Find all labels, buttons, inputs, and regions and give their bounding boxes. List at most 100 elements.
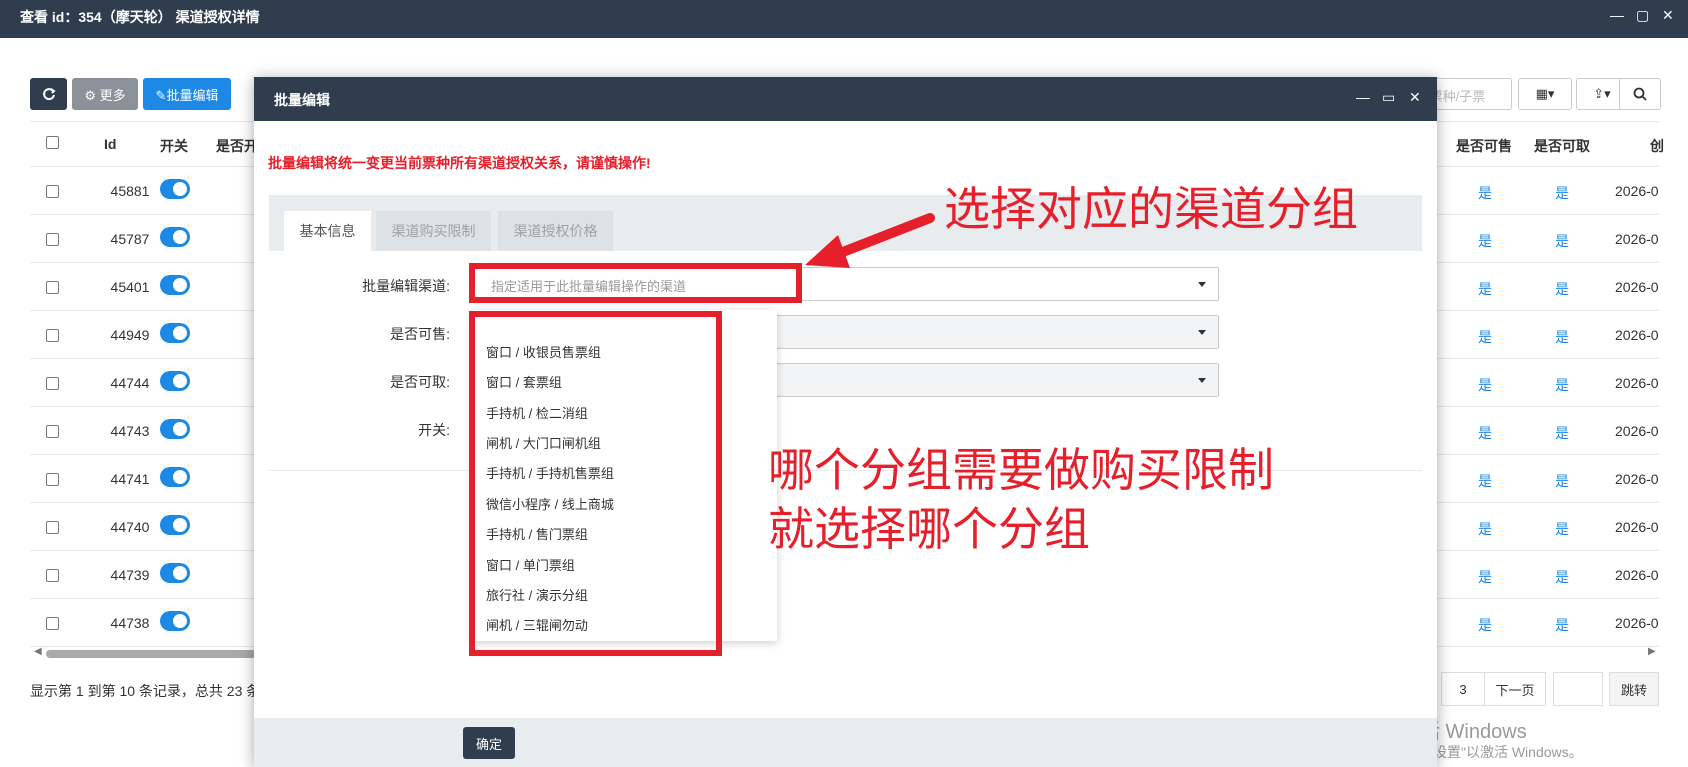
page-3-button[interactable]: 3 — [1441, 672, 1485, 706]
page-jump-input[interactable] — [1553, 672, 1603, 706]
row-switch-toggle[interactable] — [160, 179, 190, 199]
row-checkbox[interactable] — [46, 329, 59, 342]
select-all-checkbox[interactable] — [46, 136, 59, 149]
batch-edit-button[interactable]: ✎批量编辑 — [143, 78, 231, 110]
chevron-down-icon — [1198, 330, 1206, 335]
row-checkbox[interactable] — [46, 233, 59, 246]
row-date: 2026-0 — [1615, 327, 1659, 343]
row-can-take-link[interactable]: 是 — [1555, 231, 1569, 251]
row-can-sell-link[interactable]: 是 — [1478, 183, 1492, 203]
window-title: 查看 id：354（摩天轮） 渠道授权详情 — [20, 9, 260, 25]
row-id: 44739 — [110, 567, 150, 583]
row-can-take-link[interactable]: 是 — [1555, 519, 1569, 539]
annotation-highlight-channel-select — [469, 263, 802, 303]
row-switch-toggle[interactable] — [160, 467, 190, 487]
row-can-take-link[interactable]: 是 — [1555, 423, 1569, 443]
row-checkbox[interactable] — [46, 377, 59, 390]
refresh-icon — [42, 88, 56, 101]
row-can-sell-link[interactable]: 是 — [1478, 471, 1492, 491]
confirm-button[interactable]: 确定 — [463, 727, 515, 759]
chevron-down-icon — [1198, 378, 1206, 383]
row-can-take-link[interactable]: 是 — [1555, 615, 1569, 635]
row-can-sell-link[interactable]: 是 — [1478, 279, 1492, 299]
refresh-button[interactable] — [30, 78, 67, 110]
row-can-sell-link[interactable]: 是 — [1478, 231, 1492, 251]
more-button[interactable]: ⚙ 更多 — [72, 78, 138, 110]
column-create: 创 — [1650, 138, 1664, 154]
close-icon[interactable]: ✕ — [1662, 7, 1674, 24]
window-titlebar: 查看 id：354（摩天轮） 渠道授权详情 — ▢ ✕ — [0, 0, 1688, 38]
search-icon — [1633, 87, 1647, 101]
maximize-icon[interactable]: ▢ — [1636, 7, 1649, 24]
row-id: 44743 — [110, 423, 150, 439]
row-can-take-link[interactable]: 是 — [1555, 375, 1569, 395]
column-can-take: 是否可取 — [1534, 138, 1590, 154]
row-can-take-link[interactable]: 是 — [1555, 183, 1569, 203]
row-checkbox[interactable] — [46, 425, 59, 438]
chevron-down-icon — [1198, 282, 1206, 287]
next-page-button[interactable]: 下一页 — [1484, 672, 1546, 706]
row-can-sell-link[interactable]: 是 — [1478, 567, 1492, 587]
modal-title: 批量编辑 — [274, 92, 330, 108]
row-can-sell-link[interactable]: 是 — [1478, 519, 1492, 539]
modal-maximize-icon[interactable]: ▭ — [1382, 89, 1395, 106]
row-date: 2026-0 — [1615, 183, 1659, 199]
tab-channel-purchase-limit[interactable]: 渠道购买限制 — [376, 211, 491, 251]
column-switch: 开关 — [160, 138, 188, 154]
columns-button[interactable]: ▦▾ — [1518, 78, 1572, 110]
scroll-left-arrow-icon[interactable]: ◀ — [34, 646, 42, 657]
modal-close-icon[interactable]: ✕ — [1409, 89, 1421, 106]
annotation-arrow-icon — [805, 213, 935, 268]
annotation-middle-line1: 哪个分组需要做购买限制 — [768, 444, 1274, 496]
row-checkbox[interactable] — [46, 521, 59, 534]
row-can-take-link[interactable]: 是 — [1555, 327, 1569, 347]
row-switch-toggle[interactable] — [160, 515, 190, 535]
row-date: 2026-0 — [1615, 279, 1659, 295]
row-switch-toggle[interactable] — [160, 227, 190, 247]
annotation-top: 选择对应的渠道分组 — [944, 183, 1358, 235]
row-date: 2026-0 — [1615, 231, 1659, 247]
row-date: 2026-0 — [1615, 375, 1659, 391]
row-id: 44741 — [110, 471, 150, 487]
row-id: 45787 — [110, 231, 150, 247]
row-date: 2026-0 — [1615, 615, 1659, 631]
row-switch-toggle[interactable] — [160, 611, 190, 631]
column-id[interactable]: Id — [104, 136, 116, 152]
row-switch-toggle[interactable] — [160, 275, 190, 295]
row-switch-toggle[interactable] — [160, 563, 190, 583]
channel-field-label: 批量编辑渠道: — [362, 278, 450, 294]
row-date: 2026-0 — [1615, 519, 1659, 535]
row-can-take-link[interactable]: 是 — [1555, 567, 1569, 587]
row-checkbox[interactable] — [46, 281, 59, 294]
row-can-sell-link[interactable]: 是 — [1478, 375, 1492, 395]
tab-channel-auth-price[interactable]: 渠道授权价格 — [498, 211, 613, 251]
row-can-sell-link[interactable]: 是 — [1478, 327, 1492, 347]
row-date: 2026-0 — [1615, 423, 1659, 439]
row-switch-toggle[interactable] — [160, 371, 190, 391]
row-date: 2026-0 — [1615, 567, 1659, 583]
row-checkbox[interactable] — [46, 473, 59, 486]
tab-basic-info[interactable]: 基本信息 — [284, 211, 371, 251]
jump-button[interactable]: 跳转 — [1609, 672, 1659, 706]
row-id: 44949 — [110, 327, 150, 343]
row-can-sell-link[interactable]: 是 — [1478, 615, 1492, 635]
search-button[interactable] — [1619, 78, 1661, 110]
row-can-take-link[interactable]: 是 — [1555, 471, 1569, 491]
records-summary: 显示第 1 到第 10 条记录，总共 23 条 — [30, 683, 261, 699]
annotation-highlight-dropdown — [469, 311, 722, 656]
row-can-take-link[interactable]: 是 — [1555, 279, 1569, 299]
row-switch-toggle[interactable] — [160, 323, 190, 343]
horizontal-scrollbar[interactable] — [46, 650, 256, 658]
can-sell-field-label: 是否可售: — [390, 326, 450, 342]
row-checkbox[interactable] — [46, 185, 59, 198]
column-is-open: 是否开 — [216, 138, 258, 154]
minimize-icon[interactable]: — — [1610, 7, 1624, 23]
modal-minimize-icon[interactable]: — — [1356, 89, 1370, 105]
batch-edit-warning: 批量编辑将统一变更当前票种所有渠道授权关系，请谨慎操作! — [268, 155, 651, 171]
modal-header: 批量编辑 — ▭ ✕ — [254, 77, 1437, 121]
row-can-sell-link[interactable]: 是 — [1478, 423, 1492, 443]
row-checkbox[interactable] — [46, 569, 59, 582]
row-checkbox[interactable] — [46, 617, 59, 630]
scroll-right-arrow-icon[interactable]: ▶ — [1648, 646, 1656, 657]
row-switch-toggle[interactable] — [160, 419, 190, 439]
